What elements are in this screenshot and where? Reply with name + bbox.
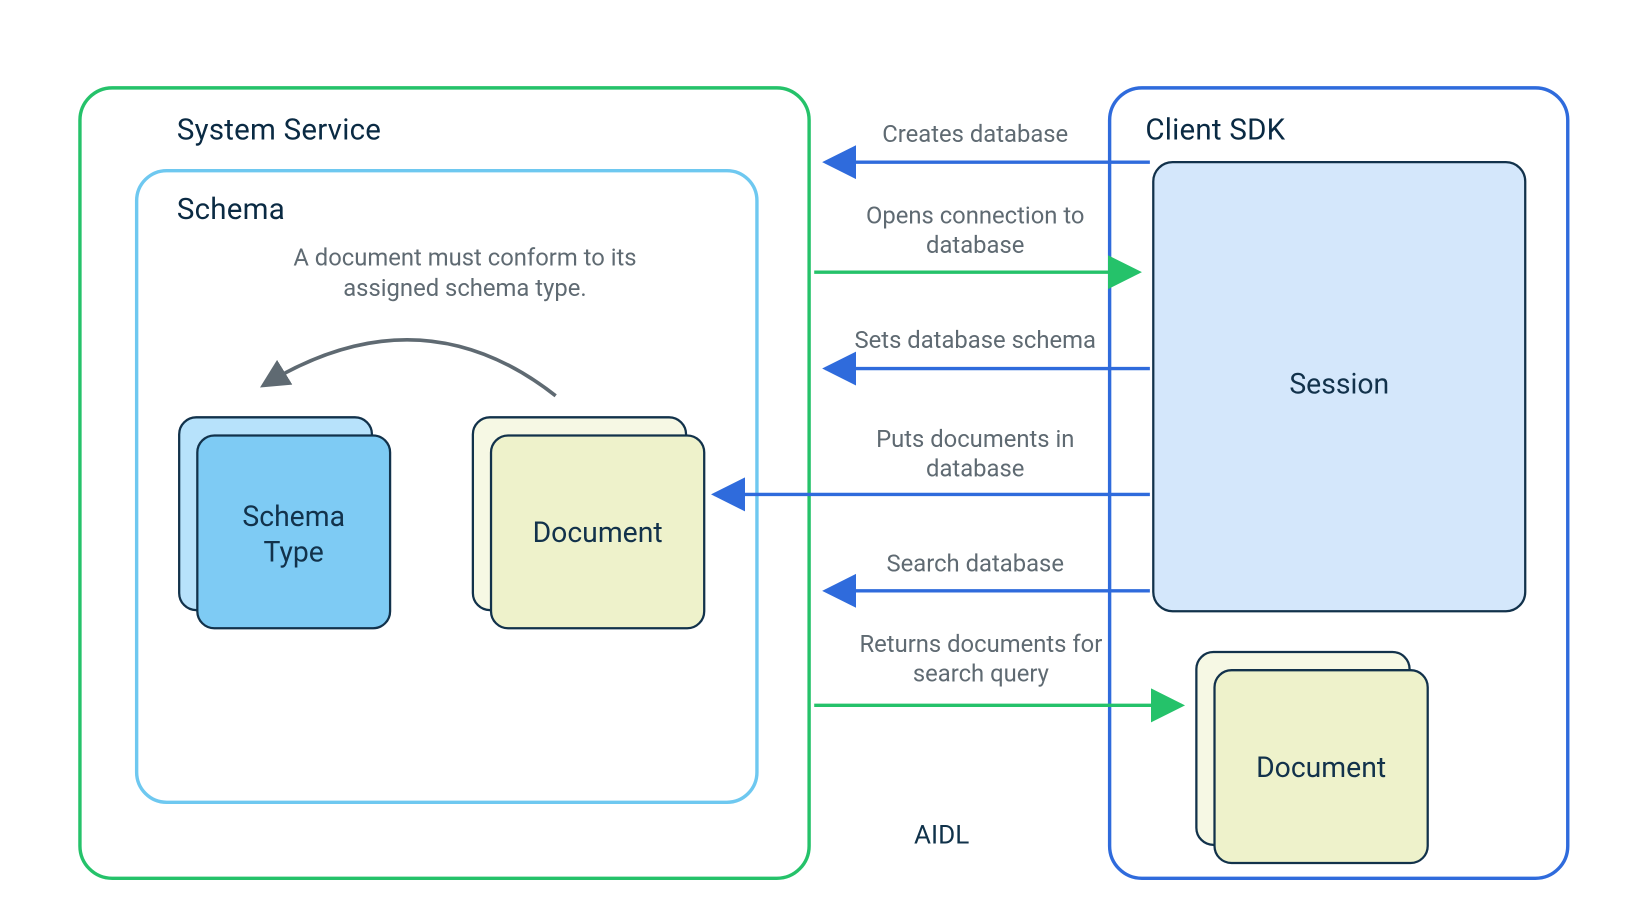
creates-db-arrow [812,153,1164,176]
session-node: Session [1152,161,1526,612]
schema-document-label: Document [492,516,703,551]
puts-docs-arrow [701,485,1164,508]
puts-docs-label: Puts documents in database [845,425,1106,485]
returns-docs-arrow [812,696,1207,719]
returns-docs-label: Returns documents for search query [845,631,1117,691]
search-db-arrow [812,582,1164,605]
schema-type-label: Schema Type [198,500,389,571]
client-document-label: Document [1216,751,1427,786]
conform-arrow [238,312,590,425]
conform-note: A document must conform to its assigned … [272,244,658,306]
system-service-title: System Service [177,113,381,147]
schema-title: Schema [177,193,285,227]
diagram-canvas: System Service Schema A document must co… [0,0,1635,918]
client-sdk-title: Client SDK [1145,113,1285,147]
sets-schema-arrow [812,359,1164,382]
diagram-scaled-layer: System Service Schema A document must co… [0,0,1633,916]
opens-conn-label: Opens connection to database [845,202,1106,262]
search-db-label: Search database [845,550,1106,580]
creates-db-label: Creates database [845,120,1106,150]
opens-conn-arrow [812,263,1164,286]
sets-schema-label: Sets database schema [845,327,1106,357]
aidl-label: AIDL [914,820,969,851]
session-label: Session [1154,367,1524,402]
